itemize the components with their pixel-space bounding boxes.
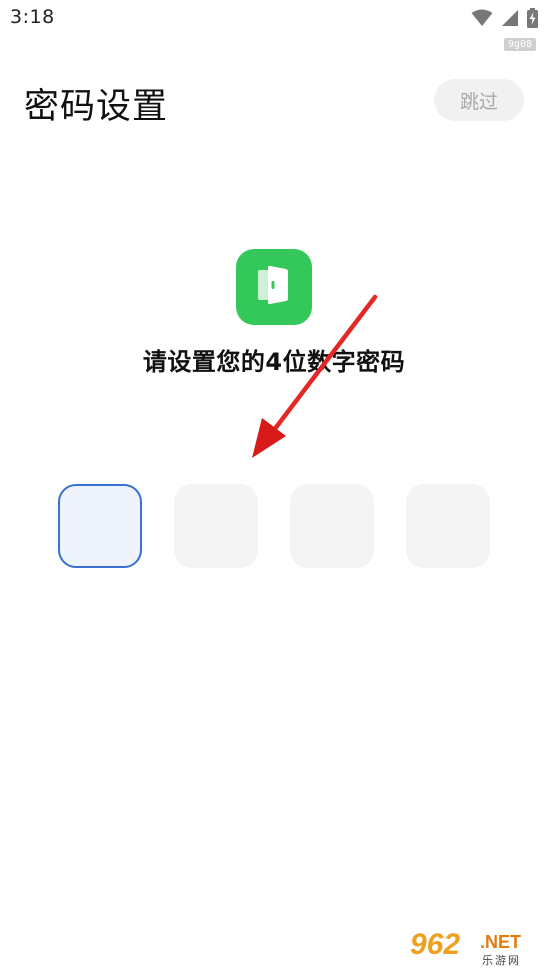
signal-icon — [501, 9, 519, 31]
pin-digit-1[interactable] — [58, 484, 142, 568]
wifi-icon — [471, 9, 493, 31]
battery-charging-icon — [527, 8, 538, 32]
status-icons — [471, 8, 538, 32]
watermark-net: .NET — [480, 932, 522, 952]
pin-digit-2[interactable] — [174, 484, 258, 568]
status-bar: 3:18 — [0, 0, 548, 38]
watermark-sub: 乐游网 — [482, 954, 521, 967]
app-logo — [236, 249, 312, 325]
pin-prompt: 请设置您的4位数字密码 — [142, 348, 406, 376]
pin-digit-3[interactable] — [290, 484, 374, 568]
watermark-number: 962 — [410, 928, 461, 961]
pin-input-row[interactable] — [58, 484, 490, 568]
page-title: 密码设置 — [24, 87, 169, 127]
skip-button[interactable]: 跳过 — [434, 79, 524, 121]
status-time: 3:18 — [10, 6, 55, 28]
pin-digit-4[interactable] — [406, 484, 490, 568]
site-watermark: 962 .NET 乐游网 — [410, 928, 540, 968]
device-tag: 9g08 — [503, 38, 536, 51]
door-icon — [255, 263, 293, 311]
